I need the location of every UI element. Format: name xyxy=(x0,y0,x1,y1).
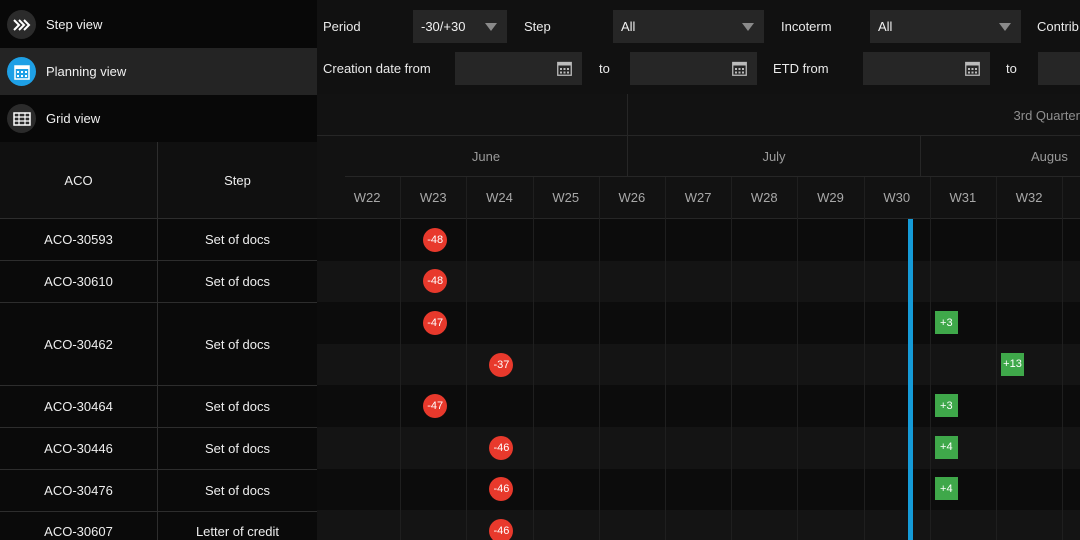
etd-to-label: to xyxy=(1006,61,1017,76)
week-gridline xyxy=(400,177,402,540)
advance-badge[interactable]: +4 xyxy=(934,435,958,459)
current-week-marker xyxy=(907,219,913,540)
week-gridline xyxy=(665,177,666,540)
aco-step-grid: ACO Step ACO-30593 Set of docs ACO-30610… xyxy=(0,142,317,540)
week-label: W26 xyxy=(618,190,646,205)
calendar-icon[interactable] xyxy=(557,61,572,81)
period-value: -30/+30 xyxy=(421,19,466,34)
advance-badge[interactable]: +4 xyxy=(934,477,958,501)
week-label: W25 xyxy=(552,190,580,205)
week-label: W28 xyxy=(750,190,778,205)
quarter-divider xyxy=(627,94,628,135)
period-label: Period xyxy=(323,19,361,34)
delay-badge[interactable]: -46 xyxy=(489,519,514,540)
contrib-label: Contrib xyxy=(1037,19,1079,34)
week-gridline xyxy=(929,177,931,540)
period-select[interactable]: -30/+30 xyxy=(413,10,507,43)
week-gridline xyxy=(996,177,997,540)
delay-badge[interactable]: -47 xyxy=(423,311,448,335)
view-step-label: Step view xyxy=(46,17,103,32)
week-gridline xyxy=(863,177,865,540)
advance-badge[interactable]: +13 xyxy=(1001,352,1024,376)
step-label: Step xyxy=(524,19,551,34)
timeline-row xyxy=(317,468,1080,511)
week-label: W22 xyxy=(353,190,381,205)
month-label: Augus xyxy=(1031,149,1068,164)
delay-badge[interactable]: -37 xyxy=(489,352,514,377)
creation-date-to-input[interactable] xyxy=(630,52,757,85)
week-gridline xyxy=(797,177,799,540)
timeline-row xyxy=(317,427,1080,469)
week-label: W31 xyxy=(949,190,977,205)
month-label: July xyxy=(762,149,786,164)
etd-from-input[interactable] xyxy=(863,52,990,85)
incoterm-label: Incoterm xyxy=(781,19,832,34)
aco-cell[interactable]: ACO-30593 xyxy=(0,219,157,260)
timeline-row xyxy=(317,510,1080,540)
advance-badge[interactable]: +3 xyxy=(934,394,958,418)
week-gridline xyxy=(731,177,733,540)
aco-cell[interactable]: ACO-30476 xyxy=(0,470,157,511)
calendar-icon[interactable] xyxy=(732,61,747,81)
chevron-down-icon xyxy=(485,23,497,31)
view-step[interactable]: Step view xyxy=(0,1,317,48)
step-cell: Set of docs xyxy=(204,336,271,352)
table-grid-icon xyxy=(7,104,36,133)
advance-badge[interactable]: +3 xyxy=(934,311,958,334)
quarter-label: 3rd Quarter xyxy=(1013,107,1080,123)
aco-cell[interactable]: ACO-30462 xyxy=(0,303,157,385)
chevron-down-icon xyxy=(999,23,1011,31)
step-cell: Set of docs xyxy=(204,232,271,247)
step-column-header[interactable]: Step xyxy=(158,142,317,219)
calendar-icon xyxy=(7,57,36,86)
month-divider xyxy=(920,136,921,177)
creation-date-to-label: to xyxy=(599,61,610,76)
week-label: W23 xyxy=(419,190,447,205)
week-label: W30 xyxy=(883,190,911,205)
chevron-down-icon xyxy=(742,23,754,31)
etd-from-label: ETD from xyxy=(773,61,829,76)
week-gridline xyxy=(532,177,534,540)
week-gridline xyxy=(466,177,468,540)
incoterm-value: All xyxy=(878,19,893,34)
delay-badge[interactable]: -48 xyxy=(423,227,448,252)
step-cell: Set of docs xyxy=(204,274,271,289)
week-label: W27 xyxy=(684,190,712,205)
view-planning[interactable]: Planning view xyxy=(0,48,317,95)
week-label: W29 xyxy=(817,190,844,205)
month-label: June xyxy=(471,149,501,164)
creation-date-from-label: Creation date from xyxy=(323,61,431,76)
step-cell: Set of docs xyxy=(204,483,271,498)
step-value: All xyxy=(621,19,636,34)
aco-column-header[interactable]: ACO xyxy=(0,142,157,219)
filter-bar: Period -30/+30 Step All Incoterm All Con… xyxy=(317,0,1080,94)
step-cell: Set of docs xyxy=(204,399,271,414)
aco-cell[interactable]: ACO-30607 xyxy=(0,512,157,540)
view-switcher: Step view Planning view Grid view xyxy=(0,0,317,142)
week-gridline xyxy=(598,177,600,540)
step-cell: Letter of credit xyxy=(195,523,280,539)
view-grid[interactable]: Grid view xyxy=(0,95,317,142)
week-label: W24 xyxy=(486,190,513,205)
view-grid-label: Grid view xyxy=(46,111,101,126)
planning-timeline: 3rd Quarter June July Augus W22 W23 W24 W25… xyxy=(317,94,1080,540)
week-label: W32 xyxy=(1015,190,1043,205)
step-cell: Set of docs xyxy=(204,441,271,456)
timeline-row xyxy=(317,343,1080,386)
step-chevrons-icon xyxy=(7,10,36,39)
aco-cell[interactable]: ACO-30610 xyxy=(0,261,157,302)
creation-date-from-input[interactable] xyxy=(455,52,582,85)
aco-cell[interactable]: ACO-30446 xyxy=(0,428,157,469)
view-planning-label: Planning view xyxy=(46,64,127,79)
etd-to-input[interactable] xyxy=(1038,52,1080,85)
aco-cell[interactable]: ACO-30464 xyxy=(0,386,157,427)
calendar-icon[interactable] xyxy=(965,61,980,81)
step-select[interactable]: All xyxy=(613,10,764,43)
incoterm-select[interactable]: All xyxy=(870,10,1021,43)
week-gridline xyxy=(1062,177,1064,540)
